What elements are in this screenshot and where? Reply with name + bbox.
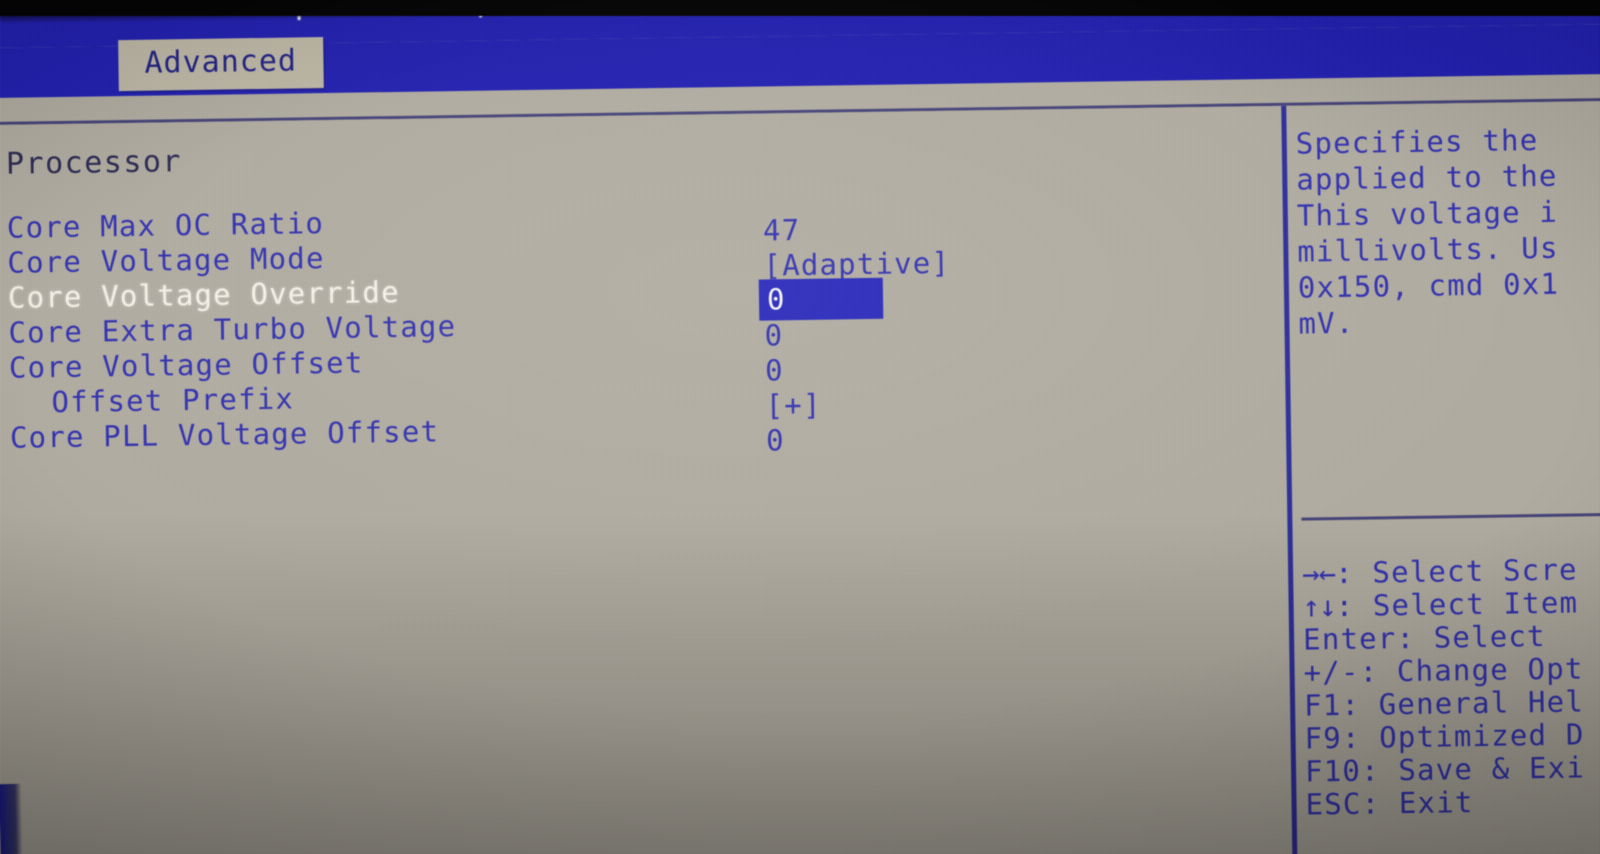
- key-legend-text: ESC: Exit: [1305, 785, 1474, 822]
- setting-label: Core Max OC Ratio: [6, 206, 325, 245]
- tab-advanced[interactable]: Advanced: [118, 37, 324, 92]
- content-area: Processor Core Max OC Ratio 47 Core Voltag…: [0, 100, 1600, 854]
- section-title-processor: Processor: [5, 144, 183, 182]
- help-text: Specifies the applied to the This voltage …: [1296, 119, 1600, 341]
- key-legend-line: F1: General Hel: [1304, 683, 1600, 722]
- help-line: mV.: [1298, 305, 1355, 341]
- key-legend-text: : Select Item: [1335, 585, 1579, 624]
- help-pane: Specifies the applied to the This voltage …: [1295, 101, 1600, 854]
- help-line: millivolts. Us: [1297, 230, 1559, 269]
- photographed-bios-screen: Aptio Setup Utility - Copyright (C) 2015…: [0, 0, 1600, 854]
- setting-label: Core Voltage Offset: [8, 345, 364, 385]
- arrow-keys-icon: →←: [1301, 556, 1336, 591]
- setting-value[interactable]: 0: [766, 423, 785, 457]
- settings-pane: Processor Core Max OC Ratio 47 Core Voltag…: [0, 106, 1295, 854]
- key-legend-line: Enter: Select: [1302, 617, 1600, 657]
- help-line: Specifies the: [1295, 123, 1539, 161]
- key-legend-line: +/-: Change Opt: [1303, 650, 1600, 689]
- key-legend-text: F1: General Hel: [1303, 684, 1585, 723]
- setting-label: Core Voltage Mode: [7, 241, 325, 280]
- bios-screen: Aptio Setup Utility - Copyright (C) 2015…: [0, 0, 1600, 854]
- key-legend: →←: Select Scre ↑↓: Select Item Enter: Sel…: [1302, 551, 1600, 821]
- key-legend-line: →←: Select Scre: [1302, 551, 1600, 590]
- key-legend-text: +/-: Change Opt: [1303, 651, 1584, 690]
- setting-label: Core PLL Voltage Offset: [9, 414, 440, 455]
- page-title: Aptio Setup Utility - Copyright (C) 2015…: [0, 0, 1600, 26]
- key-legend-line: ↑↓: Select Item: [1302, 584, 1600, 623]
- settings-list: Core Max OC Ratio 47 Core Voltage Mode [Ada…: [0, 192, 1288, 457]
- setting-label: Core Extra Turbo Voltage: [8, 309, 457, 350]
- help-line: applied to the: [1296, 158, 1558, 197]
- key-legend-text: F10: Save & Exi: [1304, 750, 1586, 789]
- key-legend-text: Enter: Select: [1302, 618, 1546, 657]
- key-legend-line: ESC: Exit: [1305, 782, 1600, 821]
- arrow-keys-icon: ↑↓: [1302, 589, 1336, 624]
- key-legend-line: F10: Save & Exi: [1305, 749, 1600, 788]
- key-legend-line: F9: Optimized D: [1304, 716, 1600, 755]
- key-legend-text: F9: Optimized D: [1304, 717, 1585, 756]
- help-line: This voltage i: [1296, 194, 1559, 233]
- setting-label: Core Voltage Override: [7, 274, 400, 315]
- setting-label: Offset Prefix: [51, 381, 295, 420]
- help-line: 0x150, cmd 0x1: [1297, 266, 1560, 305]
- key-legend-text: : Select Scre: [1334, 552, 1578, 591]
- help-keys-divider: [1301, 511, 1600, 521]
